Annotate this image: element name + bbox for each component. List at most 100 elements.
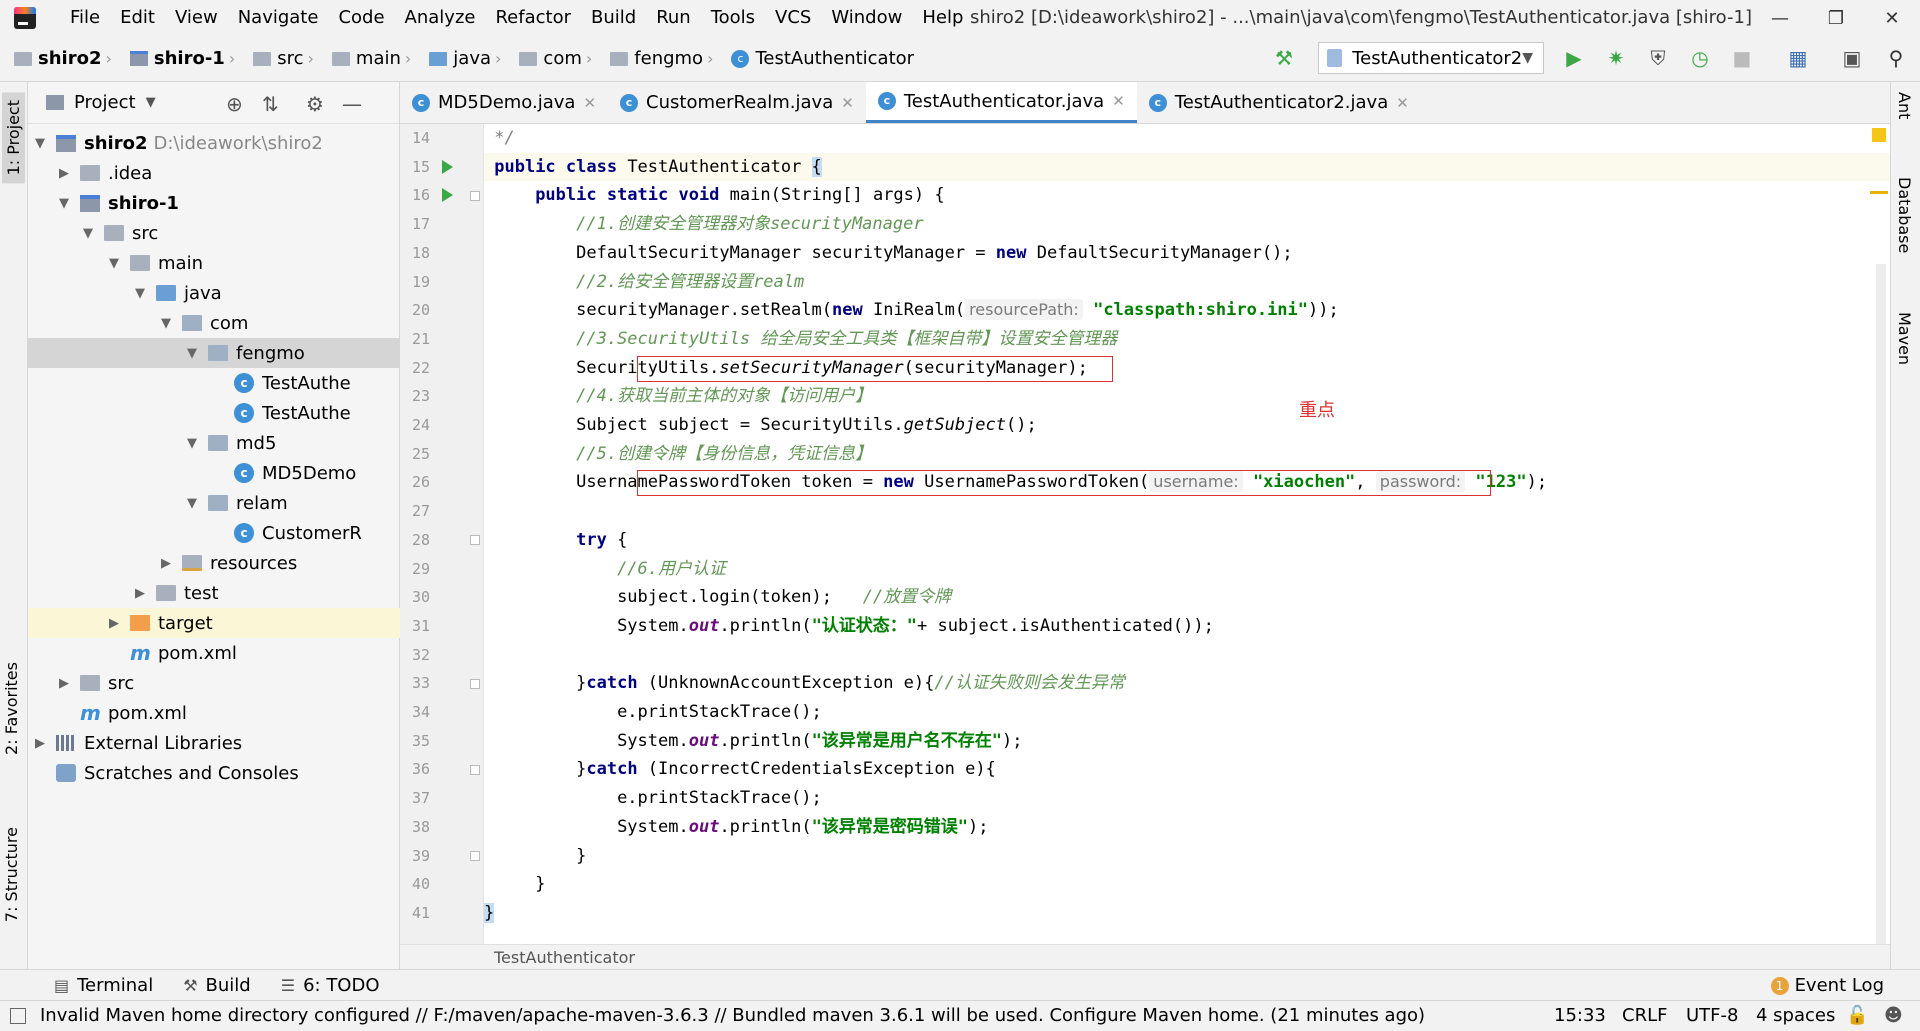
tree-item-testauthenticator[interactable]: c TestAuthe — [28, 368, 400, 398]
fold-icon[interactable] — [470, 535, 480, 545]
crumb-fengmo[interactable]: fengmo › — [596, 48, 717, 69]
close-tab-icon[interactable]: ✕ — [1396, 94, 1409, 112]
tree-item-md5demo[interactable]: c MD5Demo — [28, 458, 400, 488]
debug-icon[interactable]: ✷ — [1604, 46, 1628, 70]
crumb-src[interactable]: src › — [239, 48, 318, 69]
project-view-selector[interactable]: Project — [74, 92, 136, 113]
menu-vcs[interactable]: VCS — [765, 0, 821, 36]
chevron-down-icon[interactable]: ▼ — [132, 286, 148, 301]
tab-customerrealm[interactable]: c CustomerRealm.java ✕ — [608, 82, 866, 123]
tree-item-com[interactable]: ▼ com — [28, 308, 400, 338]
tree-item-pom-root[interactable]: m pom.xml — [28, 698, 400, 728]
chevron-down-icon[interactable]: ▼ — [106, 256, 122, 271]
run-class-icon[interactable] — [442, 159, 453, 174]
terminal-window-icon[interactable]: ▣ — [1840, 46, 1864, 70]
chevron-down-icon[interactable]: ▼ — [80, 226, 96, 241]
project-structure-icon[interactable]: ▦ — [1786, 46, 1810, 70]
profile-icon[interactable]: ◷ — [1688, 46, 1712, 70]
tree-item-md5[interactable]: ▼ md5 — [28, 428, 400, 458]
chevron-down-icon[interactable]: ▼ — [184, 346, 200, 361]
tree-item-external-libraries[interactable]: ▶ External Libraries — [28, 728, 400, 758]
tree-item-test[interactable]: ▶ test — [28, 578, 400, 608]
tree-item-fengmo[interactable]: ▼ fengmo — [28, 338, 400, 368]
chevron-down-icon[interactable]: ▼ — [184, 496, 200, 511]
tab-favorites[interactable]: 2: Favorites — [2, 662, 21, 755]
error-stripe-mark[interactable] — [1870, 191, 1888, 194]
chevron-down-icon[interactable]: ▼ — [146, 95, 156, 110]
tab-ant[interactable]: Ant — [1895, 92, 1914, 119]
crumb-main[interactable]: main › — [318, 48, 415, 69]
tree-item-pom-module[interactable]: m pom.xml — [28, 638, 400, 668]
fold-icon[interactable] — [470, 765, 480, 775]
tab-testauthenticator[interactable]: c TestAuthenticator.java ✕ — [865, 82, 1137, 123]
menu-help[interactable]: Help — [912, 0, 973, 36]
tree-item-shiro-1[interactable]: ▼ shiro-1 — [28, 188, 400, 218]
status-toggle-icon[interactable] — [10, 1008, 26, 1024]
inspector-icon[interactable]: ☻ — [1884, 1001, 1903, 1031]
tree-item-src[interactable]: ▼ src — [28, 218, 400, 248]
lock-icon[interactable]: 🔓 — [1846, 1001, 1868, 1031]
crumb-shiro2[interactable]: shiro2 › — [0, 48, 116, 69]
chevron-down-icon[interactable]: ▼ — [56, 196, 72, 211]
menu-build[interactable]: Build — [581, 0, 646, 36]
run-config-selector[interactable]: TestAuthenticator2 ▼ — [1318, 42, 1544, 74]
menu-tools[interactable]: Tools — [701, 0, 765, 36]
crumb-java[interactable]: java › — [415, 48, 505, 69]
restore-icon[interactable]: ❐ — [1808, 0, 1864, 36]
build-hammer-icon[interactable]: ⚒ — [1272, 46, 1296, 70]
menu-view[interactable]: View — [165, 0, 228, 36]
hide-panel-icon[interactable]: — — [342, 92, 362, 116]
close-tab-icon[interactable]: ✕ — [583, 94, 596, 112]
fold-icon[interactable] — [470, 679, 480, 689]
menu-refactor[interactable]: Refactor — [485, 0, 581, 36]
chevron-down-icon[interactable]: ▼ — [184, 436, 200, 451]
warning-indicator-icon[interactable] — [1872, 128, 1886, 142]
search-icon[interactable]: ⚲ — [1884, 46, 1908, 70]
chevron-right-icon[interactable]: ▶ — [158, 556, 174, 571]
tab-testauthenticator2[interactable]: c TestAuthenticator2.java ✕ — [1137, 82, 1421, 123]
tab-structure[interactable]: 7: Structure — [2, 827, 21, 922]
tab-project[interactable]: 1: Project — [2, 92, 25, 184]
tree-item-scratches[interactable]: Scratches and Consoles — [28, 758, 400, 788]
crumb-com[interactable]: com › — [505, 48, 596, 69]
tree-item-src-root[interactable]: ▶ src — [28, 668, 400, 698]
chevron-down-icon[interactable]: ▼ — [32, 136, 48, 151]
close-tab-icon[interactable]: ✕ — [841, 94, 854, 112]
code-editor[interactable]: 14 15 16 17 18 19 20 21 22 23 24 25 26 2… — [400, 124, 1890, 944]
vertical-scrollbar[interactable] — [1876, 264, 1886, 944]
tab-database[interactable]: Database — [1895, 177, 1914, 253]
chevron-right-icon[interactable]: ▶ — [132, 586, 148, 601]
tree-item-resources[interactable]: ▶ resources — [28, 548, 400, 578]
caret-position[interactable]: 15:33 — [1554, 1001, 1606, 1031]
tab-build[interactable]: ⚒ Build — [177, 975, 257, 996]
run-icon[interactable]: ▶ — [1562, 46, 1586, 70]
chevron-right-icon[interactable]: ▶ — [56, 676, 72, 691]
crumb-testauthenticator[interactable]: c TestAuthenticator — [717, 48, 918, 69]
coverage-icon[interactable]: ⛨ — [1646, 46, 1670, 70]
code-area[interactable]: */ public class TestAuthenticator { publ… — [484, 124, 1890, 944]
chevron-right-icon[interactable]: ▶ — [56, 166, 72, 181]
close-icon[interactable]: ✕ — [1864, 0, 1920, 36]
indent-setting[interactable]: 4 spaces — [1756, 1001, 1835, 1031]
fold-icon[interactable] — [470, 851, 480, 861]
menu-navigate[interactable]: Navigate — [228, 0, 329, 36]
collapse-all-icon[interactable]: ⇅ — [262, 92, 279, 116]
tree-item-idea[interactable]: ▶ .idea — [28, 158, 400, 188]
menu-window[interactable]: Window — [821, 0, 912, 36]
tree-item-customerrealm[interactable]: c CustomerR — [28, 518, 400, 548]
tree-item-java[interactable]: ▼ java — [28, 278, 400, 308]
editor-breadcrumb[interactable]: TestAuthenticator — [400, 944, 1890, 969]
tab-maven[interactable]: Maven — [1895, 312, 1914, 365]
run-main-icon[interactable] — [442, 188, 453, 203]
chevron-right-icon[interactable]: ▶ — [32, 736, 48, 751]
file-encoding[interactable]: UTF-8 — [1686, 1001, 1738, 1031]
locate-icon[interactable]: ⊕ — [226, 92, 243, 116]
minimize-icon[interactable]: — — [1752, 0, 1808, 36]
chevron-down-icon[interactable]: ▼ — [158, 316, 174, 331]
tree-item-main[interactable]: ▼ main — [28, 248, 400, 278]
line-separator[interactable]: CRLF — [1622, 1001, 1667, 1031]
tree-item-shiro2[interactable]: ▼ shiro2 D:\ideawork\shiro2 — [28, 128, 400, 158]
tab-terminal[interactable]: ▤ Terminal — [48, 975, 159, 996]
tree-item-relam[interactable]: ▼ relam — [28, 488, 400, 518]
tree-item-testauthenticator2[interactable]: c TestAuthe — [28, 398, 400, 428]
